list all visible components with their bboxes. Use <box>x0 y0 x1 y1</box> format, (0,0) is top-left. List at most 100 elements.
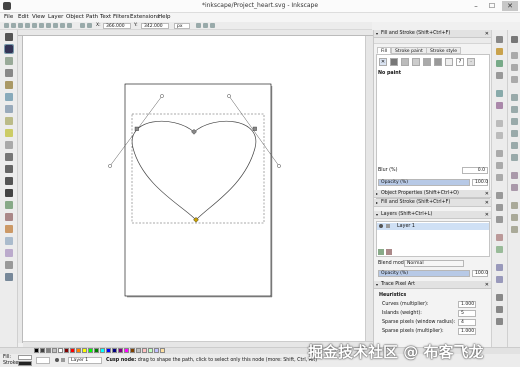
snap-intersections-icon[interactable] <box>511 118 518 125</box>
close-icon[interactable]: ✕ <box>485 211 489 219</box>
3d-box-tool-icon[interactable] <box>5 105 13 113</box>
snap-bbox-corner-icon[interactable] <box>511 76 518 83</box>
stroke-to-path-icon[interactable] <box>87 23 92 28</box>
trace-pixel-art-header[interactable]: ▾ Trace Pixel Art ✕ <box>374 281 492 289</box>
palette-swatch[interactable] <box>154 348 159 353</box>
tab-stroke-style[interactable]: Stroke style <box>426 47 462 54</box>
palette-swatch[interactable] <box>112 348 117 353</box>
palette-swatch[interactable] <box>88 348 93 353</box>
remove-layer-icon[interactable] <box>386 249 392 255</box>
handle-point[interactable] <box>227 94 231 98</box>
opacity-slider[interactable]: Opacity (%) <box>378 179 470 186</box>
layer-name[interactable]: Layer 1 <box>397 224 415 229</box>
mesh-gradient-button[interactable] <box>423 58 431 66</box>
tab-stroke-paint[interactable]: Stroke paint <box>391 47 427 54</box>
palette-swatch[interactable] <box>124 348 129 353</box>
fill-stroke-collapsed-header[interactable]: ▸ Fill and Stroke (Shift+Ctrl+F) ✕ <box>374 199 492 207</box>
node-delete-icon[interactable] <box>11 23 16 28</box>
handle-point[interactable] <box>108 164 112 168</box>
palette-swatch[interactable] <box>106 348 111 353</box>
tweak-tool-icon[interactable] <box>5 57 13 65</box>
dropper-tool-icon[interactable] <box>5 261 13 269</box>
pen-tool-icon[interactable] <box>5 165 13 173</box>
snap-midpoint-icon[interactable] <box>511 154 518 161</box>
measure-tool-icon[interactable] <box>5 81 13 89</box>
fill-rule-button[interactable]: · <box>467 58 475 66</box>
palette-swatch[interactable] <box>100 348 105 353</box>
pattern-button[interactable] <box>434 58 442 66</box>
opacity-indicator[interactable] <box>36 357 50 364</box>
handle-point[interactable] <box>277 164 281 168</box>
undo-icon[interactable] <box>496 120 503 127</box>
path-node[interactable] <box>134 126 139 131</box>
save-icon[interactable] <box>496 60 503 67</box>
fill-stroke-header[interactable]: ▾ Fill and Stroke (Shift+Ctrl+F) ✕ <box>374 30 492 38</box>
pencil-tool-icon[interactable] <box>5 153 13 161</box>
fill-stroke-dialog-icon[interactable] <box>496 294 503 301</box>
path-node[interactable] <box>252 126 257 131</box>
menu-layer[interactable]: Layer <box>48 14 63 20</box>
spiral-tool-icon[interactable] <box>5 141 13 149</box>
menu-filters[interactable]: Filters <box>113 14 130 20</box>
node-join-icon[interactable] <box>18 23 23 28</box>
redo-icon[interactable] <box>496 132 503 139</box>
text-font-dialog-icon[interactable] <box>496 306 503 313</box>
palette-swatch[interactable] <box>94 348 99 353</box>
vertical-scrollbar[interactable] <box>365 36 373 341</box>
mesh-tool-icon[interactable] <box>5 249 13 257</box>
sparse-radius-field[interactable]: 4 <box>458 319 476 326</box>
add-layer-icon[interactable] <box>378 249 384 255</box>
snap-grid-icon[interactable] <box>511 214 518 221</box>
layer-opacity-field[interactable]: 100.0 <box>472 270 488 277</box>
object-to-path-icon[interactable] <box>80 23 85 28</box>
snap-toggle-icon[interactable] <box>511 36 518 43</box>
open-icon[interactable] <box>496 48 503 55</box>
paint-bucket-tool-icon[interactable] <box>5 225 13 233</box>
menu-text[interactable]: Text <box>100 14 111 20</box>
layer-eye-icon[interactable] <box>379 224 383 228</box>
stroke-indicator[interactable] <box>18 361 32 366</box>
close-icon[interactable]: ✕ <box>485 281 489 289</box>
x-coordinate-field[interactable]: 366.000 <box>103 23 131 29</box>
tab-fill[interactable]: Fill <box>377 47 392 54</box>
palette-swatch[interactable] <box>136 348 141 353</box>
zoom-drawing-icon[interactable] <box>496 204 503 211</box>
palette-swatch[interactable] <box>142 348 147 353</box>
show-outline-icon[interactable] <box>210 23 215 28</box>
node-auto-icon[interactable] <box>67 23 72 28</box>
snap-cusp-icon[interactable] <box>511 130 518 137</box>
palette-swatch[interactable] <box>64 348 69 353</box>
palette-swatch[interactable] <box>46 348 51 353</box>
menu-extensions[interactable]: Extensions <box>130 14 160 20</box>
duplicate-icon[interactable] <box>496 234 503 241</box>
connector-tool-icon[interactable] <box>5 273 13 281</box>
text-tool-icon[interactable] <box>5 189 13 197</box>
current-layer-select[interactable]: Layer 1 <box>68 357 102 364</box>
islands-field[interactable]: 5 <box>458 310 476 317</box>
cut-icon[interactable] <box>496 162 503 169</box>
snap-bbox-edge-icon[interactable] <box>511 64 518 71</box>
palette-swatch[interactable] <box>118 348 123 353</box>
show-transform-icon[interactable] <box>196 23 201 28</box>
export-icon[interactable] <box>496 102 503 109</box>
swatch-button[interactable] <box>445 58 453 66</box>
xml-editor-icon[interactable] <box>496 318 503 325</box>
palette-swatch[interactable] <box>148 348 153 353</box>
minimize-button[interactable]: – <box>468 1 484 11</box>
copy-icon[interactable] <box>496 150 503 157</box>
layer-lock-icon[interactable] <box>386 224 390 228</box>
palette-swatch[interactable] <box>34 348 39 353</box>
palette-swatch[interactable] <box>52 348 57 353</box>
clone-icon[interactable] <box>496 246 503 253</box>
object-properties-header[interactable]: ▸ Object Properties (Shift+Ctrl+O) ✕ <box>374 190 492 198</box>
palette-swatch[interactable] <box>160 348 165 353</box>
new-document-icon[interactable] <box>496 36 503 43</box>
menu-view[interactable]: View <box>32 14 45 20</box>
canvas-drawing[interactable] <box>23 36 365 341</box>
menu-edit[interactable]: Edit <box>18 14 29 20</box>
snap-center-icon[interactable] <box>511 172 518 179</box>
rectangle-tool-icon[interactable] <box>5 93 13 101</box>
radial-gradient-button[interactable] <box>412 58 420 66</box>
node-add-icon[interactable] <box>4 23 9 28</box>
handle-point[interactable] <box>160 94 164 98</box>
